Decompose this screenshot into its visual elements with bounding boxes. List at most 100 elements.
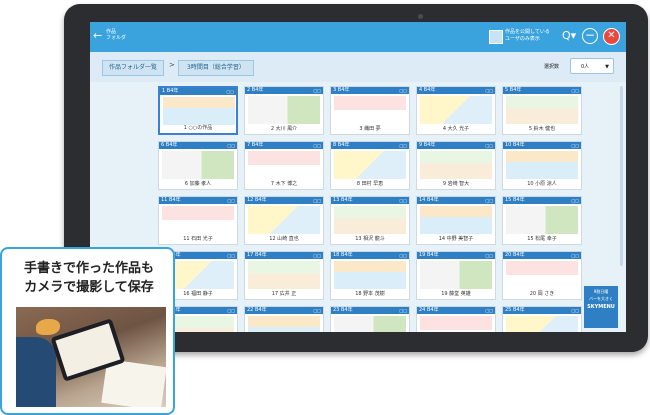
enlarge-bar-button[interactable]: 9割日曜 バーを大きく SKYMENU [584, 286, 618, 328]
card-header: 9 B4年 □□ [417, 142, 495, 149]
card-menu-icon[interactable]: □□ [571, 252, 579, 259]
callout-text: 手書きで作った作品も カメラで撮影して保存 [8, 259, 170, 297]
card-student-name: 12 山崎 直也 [269, 236, 299, 242]
work-card[interactable]: 4 B4年 □□ 4 大久 光子 [416, 86, 496, 135]
callout-line-1: 手書きで作った作品も [23, 261, 154, 276]
card-menu-icon[interactable]: □□ [571, 197, 579, 204]
work-card[interactable]: 19 B4年 □□ 19 藤堂 英雄 [416, 251, 496, 300]
work-card[interactable]: 24 B4年 □□ [416, 306, 496, 332]
card-menu-icon[interactable]: □□ [485, 87, 493, 94]
card-menu-icon[interactable]: □□ [571, 307, 579, 314]
card-menu-icon[interactable]: □□ [227, 252, 235, 259]
work-card[interactable]: 23 B4年 □□ [330, 306, 410, 332]
card-student-name: 6 加藤 孝人 [184, 181, 212, 187]
card-header: 25 B4年 □□ [503, 307, 581, 314]
card-student-name: 9 岩崎 智大 [442, 181, 470, 187]
card-number: 19 B4年 [419, 252, 439, 258]
work-card[interactable]: 1 B4年 □□ 1 ○○の作品 [158, 86, 238, 135]
work-card[interactable]: 6 B4年 □□ 6 加藤 孝人 [158, 141, 238, 190]
work-card[interactable]: 5 B4年 □□ 5 鈴木 健也 [502, 86, 582, 135]
work-card[interactable]: 17 B4年 □□ 17 広井 正 [244, 251, 324, 300]
card-menu-icon[interactable]: □□ [399, 142, 407, 149]
work-card[interactable]: 9 B4年 □□ 9 岩崎 智大 [416, 141, 496, 190]
work-card[interactable]: 15 B4年 □□ 15 松尾 幸子 [502, 196, 582, 245]
card-menu-icon[interactable]: □□ [485, 307, 493, 314]
card-thumbnail [334, 206, 406, 234]
breadcrumb-root[interactable]: 作品フォルダ一覧 [102, 60, 165, 76]
card-thumbnail [248, 261, 320, 289]
work-card[interactable]: 11 B4年 □□ 11 石田 光子 [158, 196, 238, 245]
card-thumbnail [248, 206, 320, 234]
card-menu-icon[interactable]: □□ [485, 252, 493, 259]
card-menu-icon[interactable]: □□ [571, 142, 579, 149]
breadcrumb-current[interactable]: 3時間目（総合学習） [178, 60, 254, 76]
card-menu-icon[interactable]: □□ [313, 307, 321, 314]
back-arrow-icon[interactable]: ← [93, 28, 102, 44]
card-header: 7 B4年 □□ [245, 142, 323, 149]
card-menu-icon[interactable]: □□ [227, 142, 235, 149]
card-thumbnail [334, 96, 406, 124]
card-student-name: 11 石田 光子 [183, 236, 213, 242]
selection-count-value: 0人 [581, 64, 590, 70]
card-number: 17 B4年 [247, 252, 267, 258]
card-number: 5 B4年 [505, 87, 522, 93]
card-menu-icon[interactable]: □□ [399, 197, 407, 204]
top-bar: ← 作品 フォルダ 作品を公開している ユーザのみ表示 Q▾ − ✕ [90, 22, 626, 52]
card-student-name: 17 広井 正 [271, 291, 297, 297]
card-header: 17 B4年 □□ [245, 252, 323, 259]
card-thumbnail [506, 206, 578, 234]
card-student-name: 13 相沢 龍斗 [355, 236, 385, 242]
card-number: 20 B4年 [505, 252, 525, 258]
breadcrumb-bar: 作品フォルダ一覧 > 3時間目（総合学習） 選択数 0人 ▼ [90, 52, 626, 82]
card-number: 22 B4年 [247, 307, 267, 313]
close-button[interactable]: ✕ [603, 28, 620, 45]
card-thumbnail [420, 316, 492, 332]
card-number: 7 B4年 [247, 142, 264, 148]
work-card[interactable]: 14 B4年 □□ 14 中野 美智子 [416, 196, 496, 245]
card-header: 20 B4年 □□ [503, 252, 581, 259]
work-card[interactable]: 20 B4年 □□ 20 岡 さき [502, 251, 582, 300]
card-menu-icon[interactable]: □□ [227, 307, 235, 314]
card-number: 23 B4年 [333, 307, 353, 313]
card-menu-icon[interactable]: □□ [227, 197, 235, 204]
tablet-photo [16, 307, 166, 407]
card-number: 6 B4年 [161, 142, 178, 148]
card-student-name: 20 岡 さき [529, 291, 555, 297]
card-number: 8 B4年 [333, 142, 350, 148]
scrollbar[interactable] [620, 86, 623, 266]
work-card[interactable]: 13 B4年 □□ 13 相沢 龍斗 [330, 196, 410, 245]
card-header: 14 B4年 □□ [417, 197, 495, 204]
card-header: 1 B4年 □□ [160, 88, 236, 95]
card-menu-icon[interactable]: □□ [485, 197, 493, 204]
card-menu-icon[interactable]: □□ [313, 87, 321, 94]
work-card[interactable]: 25 B4年 □□ [502, 306, 582, 332]
work-card[interactable]: 18 B4年 □□ 18 野本 茂樹 [330, 251, 410, 300]
card-student-name: 1 ○○の作品 [183, 125, 213, 131]
card-menu-icon[interactable]: □□ [399, 252, 407, 259]
work-card[interactable]: 3 B4年 □□ 3 織田 夢 [330, 86, 410, 135]
card-number: 18 B4年 [333, 252, 353, 258]
work-card[interactable]: 12 B4年 □□ 12 山崎 直也 [244, 196, 324, 245]
back-to-folders-label[interactable]: 作品 フォルダ [106, 29, 128, 41]
selection-count-dropdown[interactable]: 0人 ▼ [570, 58, 614, 74]
work-card[interactable]: 2 B4年 □□ 2 大川 風介 [244, 86, 324, 135]
card-menu-icon[interactable]: □□ [485, 142, 493, 149]
card-menu-icon[interactable]: □□ [399, 307, 407, 314]
card-student-name: 14 中野 美智子 [438, 236, 474, 242]
work-card[interactable]: 10 B4年 □□ 10 小原 涼人 [502, 141, 582, 190]
search-icon[interactable]: Q▾ [562, 29, 576, 42]
card-menu-icon[interactable]: □□ [571, 87, 579, 94]
work-card[interactable]: 8 B4年 □□ 8 田村 早恵 [330, 141, 410, 190]
card-menu-icon[interactable]: □□ [313, 142, 321, 149]
card-menu-icon[interactable]: □□ [226, 88, 234, 95]
card-header: 19 B4年 □□ [417, 252, 495, 259]
card-menu-icon[interactable]: □□ [313, 197, 321, 204]
publish-only-checkbox[interactable] [489, 30, 503, 44]
card-thumbnail [420, 151, 492, 179]
skymenu-logo: SKYMENU [587, 304, 615, 310]
card-menu-icon[interactable]: □□ [399, 87, 407, 94]
work-card[interactable]: 7 B4年 □□ 7 木下 博之 [244, 141, 324, 190]
card-menu-icon[interactable]: □□ [313, 252, 321, 259]
minimize-button[interactable]: − [582, 28, 598, 44]
work-card[interactable]: 22 B4年 □□ [244, 306, 324, 332]
